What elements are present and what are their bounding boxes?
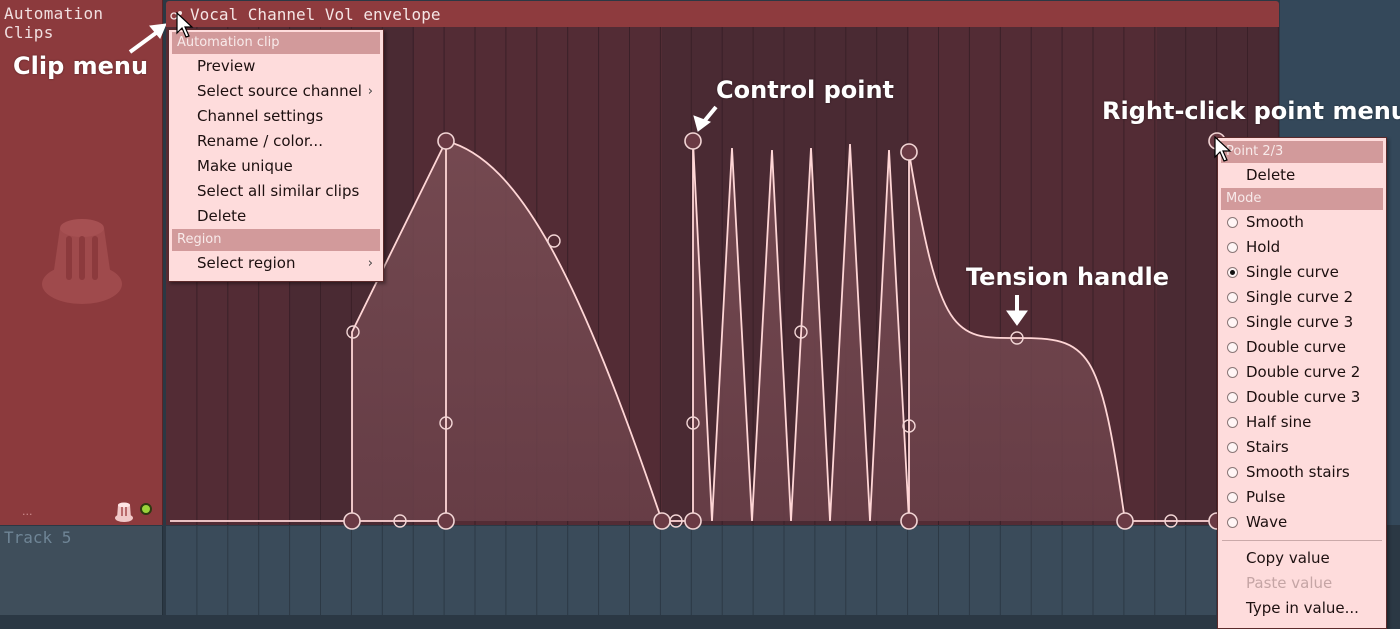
menu-item-label: Smooth stairs: [1246, 463, 1350, 481]
control-point[interactable]: [343, 512, 361, 530]
menu-item-label: Delete: [197, 207, 247, 225]
menu-item-preview[interactable]: Preview: [169, 54, 383, 79]
menu-item-label: Single curve: [1246, 263, 1339, 281]
menu-item-label: Select all similar clips: [197, 182, 360, 200]
mouse-cursor-icon: [176, 12, 194, 38]
menu-item-label: Double curve 3: [1246, 388, 1361, 406]
menu-item-label: Select region: [197, 254, 296, 272]
menu-item-label: Smooth: [1246, 213, 1304, 231]
menu-header-region: Region: [172, 229, 380, 251]
menu-item-label: Paste value: [1246, 574, 1333, 592]
control-point[interactable]: [437, 132, 455, 150]
menu-item-label: Make unique: [197, 157, 293, 175]
menu-item-mode-stairs[interactable]: Stairs: [1218, 435, 1386, 460]
menu-item-mode-double-curve-3[interactable]: Double curve 3: [1218, 385, 1386, 410]
menu-item-mode-single-curve-2[interactable]: Single curve 2: [1218, 285, 1386, 310]
mouse-cursor-icon: [1214, 136, 1232, 162]
control-point[interactable]: [653, 512, 671, 530]
menu-item-select-source-channel[interactable]: Select source channel ›: [169, 79, 383, 104]
control-point[interactable]: [684, 512, 702, 530]
radio-icon: [1227, 492, 1238, 503]
menu-item-label: Stairs: [1246, 438, 1289, 456]
menu-header-point: Point 2/3: [1221, 141, 1383, 163]
menu-item-mode-single-curve-3[interactable]: Single curve 3: [1218, 310, 1386, 335]
menu-item-channel-settings[interactable]: Channel settings: [169, 104, 383, 129]
radio-icon: [1227, 417, 1238, 428]
callout-clip-menu: Clip menu: [13, 52, 149, 80]
menu-item-label: Select source channel: [197, 82, 362, 100]
menu-item-label: Single curve 3: [1246, 313, 1354, 331]
radio-icon: [1227, 517, 1238, 528]
menu-item-label: Single curve 2: [1246, 288, 1354, 306]
menu-item-label: Type in value...: [1246, 599, 1359, 617]
callout-tension-handle: Tension handle: [966, 263, 1170, 291]
submenu-arrow-icon: ›: [367, 256, 373, 271]
menu-header-automation-clip: Automation clip: [172, 32, 380, 54]
radio-icon: [1227, 392, 1238, 403]
menu-item-label: Delete: [1246, 166, 1296, 184]
menu-item-delete[interactable]: Delete: [169, 204, 383, 229]
radio-icon: [1227, 292, 1238, 303]
menu-item-label: Half sine: [1246, 413, 1312, 431]
menu-item-mode-double-curve-2[interactable]: Double curve 2: [1218, 360, 1386, 385]
menu-item-select-region[interactable]: Select region ›: [169, 251, 383, 276]
track-5-lane[interactable]: [166, 526, 1280, 615]
menu-item-label: Double curve: [1246, 338, 1346, 356]
menu-item-mode-smooth-stairs[interactable]: Smooth stairs: [1218, 460, 1386, 485]
control-point[interactable]: [437, 512, 455, 530]
menu-item-label: Double curve 2: [1246, 363, 1361, 381]
menu-item-mode-wave[interactable]: Wave: [1218, 510, 1386, 535]
control-point[interactable]: [900, 512, 918, 530]
menu-item-delete-point[interactable]: Delete: [1218, 163, 1386, 188]
radio-icon: [1227, 317, 1238, 328]
radio-icon: [1227, 242, 1238, 253]
control-point[interactable]: [684, 132, 702, 150]
menu-item-type-in-value[interactable]: Type in value...: [1218, 596, 1386, 621]
menu-item-rename-color[interactable]: Rename / color...: [169, 129, 383, 154]
menu-item-label: Hold: [1246, 238, 1281, 256]
radio-icon: [1227, 442, 1238, 453]
callout-control-point: Control point: [716, 76, 895, 104]
menu-item-make-unique[interactable]: Make unique: [169, 154, 383, 179]
menu-item-mode-half-sine[interactable]: Half sine: [1218, 410, 1386, 435]
radio-icon: [1227, 467, 1238, 478]
menu-item-mode-hold[interactable]: Hold: [1218, 235, 1386, 260]
menu-item-paste-value: Paste value: [1218, 571, 1386, 596]
menu-item-mode-smooth[interactable]: Smooth: [1218, 210, 1386, 235]
menu-item-label: Preview: [197, 57, 256, 75]
radio-icon: [1227, 217, 1238, 228]
radio-selected-icon: [1227, 267, 1238, 278]
menu-item-label: Rename / color...: [197, 132, 323, 150]
control-point[interactable]: [1116, 512, 1134, 530]
point-context-menu: Point 2/3 Delete Mode Smooth Hold Single c…: [1217, 137, 1387, 629]
menu-item-mode-double-curve[interactable]: Double curve: [1218, 335, 1386, 360]
callout-right-click-menu: Right-click point menu: [1102, 97, 1400, 125]
menu-item-label: Copy value: [1246, 549, 1330, 567]
clip-title[interactable]: Vocal Channel Vol envelope: [190, 5, 440, 24]
radio-icon: [1227, 367, 1238, 378]
radio-icon: [1227, 342, 1238, 353]
submenu-arrow-icon: ›: [367, 84, 373, 99]
menu-item-label: Channel settings: [197, 107, 324, 125]
menu-header-mode: Mode: [1221, 188, 1383, 210]
control-point[interactable]: [900, 143, 918, 161]
menu-item-mode-single-curve[interactable]: Single curve: [1218, 260, 1386, 285]
clip-context-menu: Automation clip Preview Select source cha…: [168, 29, 384, 282]
menu-item-select-all-similar-clips[interactable]: Select all similar clips: [169, 179, 383, 204]
menu-item-copy-value[interactable]: Copy value: [1218, 546, 1386, 571]
menu-item-label: Pulse: [1246, 488, 1286, 506]
menu-separator: [1222, 540, 1382, 541]
menu-item-mode-pulse[interactable]: Pulse: [1218, 485, 1386, 510]
menu-item-label: Wave: [1246, 513, 1288, 531]
